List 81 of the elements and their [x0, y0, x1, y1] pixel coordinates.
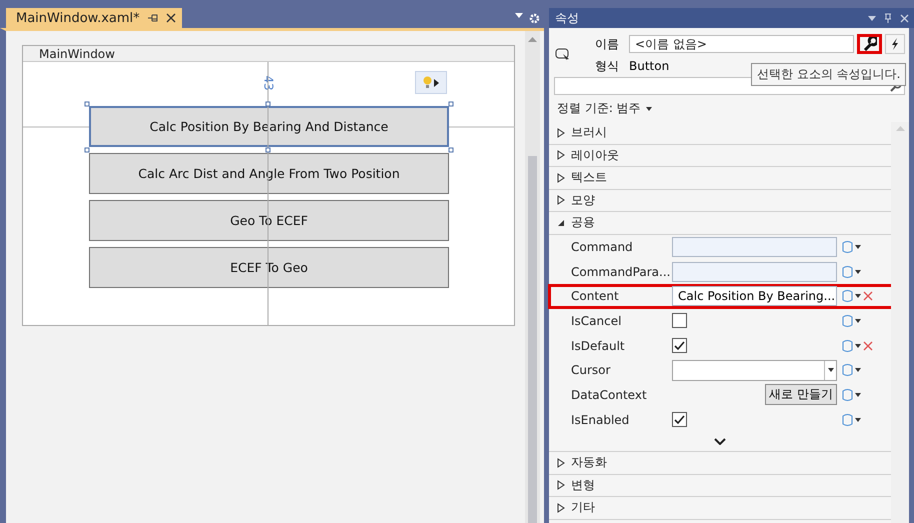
settings-icon[interactable] [529, 12, 540, 24]
design-button[interactable]: ECEF To Geo [89, 247, 449, 288]
close-icon[interactable] [166, 13, 176, 23]
checkmark-icon [674, 340, 685, 351]
events-button[interactable] [885, 34, 905, 54]
collapsed-arrow-icon[interactable] [557, 480, 565, 490]
lightbulb-button[interactable] [415, 71, 447, 94]
tab-title: MainWindow.xaml* [16, 10, 140, 26]
lightbulb-icon [423, 76, 432, 89]
category-header[interactable]: 기타 [549, 497, 891, 520]
property-name: Cursor [571, 363, 612, 378]
property-name: Command [571, 240, 634, 254]
collapsed-arrow-icon[interactable] [557, 502, 565, 513]
category-label: 변형 [571, 476, 595, 494]
caret-icon[interactable] [855, 368, 861, 372]
scrollbar[interactable] [891, 122, 909, 523]
selection-cursor-icon [555, 47, 571, 63]
category-label: 브러시 [571, 124, 607, 142]
pin-icon[interactable] [148, 14, 158, 22]
property-checkbox[interactable] [672, 412, 687, 428]
category-label: 모양 [571, 192, 595, 209]
design-button[interactable]: Calc Arc Dist and Angle From Two Position [89, 153, 449, 194]
new-button[interactable]: 새로 만들기 [765, 384, 837, 406]
caret-icon[interactable] [855, 344, 861, 348]
caret-icon[interactable] [855, 418, 861, 422]
checkmark-icon [674, 414, 685, 425]
dropdown-icon[interactable] [868, 16, 876, 20]
expand-more-icon[interactable] [714, 438, 726, 445]
panel-title: 속성 [555, 10, 579, 26]
window-title: MainWindow [23, 46, 514, 62]
category-label: 기타 [571, 499, 595, 516]
property-value-field[interactable] [672, 236, 837, 257]
category-label: 레이아웃 [571, 146, 619, 164]
expanded-arrow-icon[interactable] [557, 218, 565, 227]
category-header[interactable]: 레이아웃 [549, 144, 891, 167]
name-label: 이름 [595, 36, 620, 52]
caret-icon[interactable] [855, 244, 861, 249]
property-value-field[interactable] [672, 262, 837, 282]
property-name: CommandPara... [571, 264, 672, 279]
caret-icon[interactable] [828, 368, 834, 372]
wrench-icon [862, 37, 876, 51]
category-label: 텍스트 [571, 169, 607, 186]
lightning-icon [891, 38, 899, 50]
arrow-icon [434, 78, 439, 86]
scroll-thumb[interactable] [528, 156, 537, 523]
category-label: 자동화 [571, 454, 607, 472]
properties-button[interactable] [857, 34, 882, 54]
category-header[interactable]: 자동화 [549, 452, 891, 474]
property-checkbox[interactable] [672, 313, 687, 328]
dropdown-icon[interactable] [515, 12, 523, 18]
category-header[interactable]: 모양 [549, 190, 891, 212]
document-tab[interactable]: MainWindow.xaml* [6, 8, 182, 28]
design-button[interactable]: Calc Position By Bearing And Distance [89, 106, 449, 147]
type-label: 형식 [595, 58, 620, 74]
collapsed-arrow-icon[interactable] [557, 195, 565, 206]
name-field[interactable]: <이름 없음> [629, 35, 854, 53]
property-name: IsCancel [571, 314, 622, 328]
caret-icon[interactable] [855, 318, 861, 323]
collapsed-arrow-icon[interactable] [557, 128, 565, 138]
category-label: 공용 [571, 214, 595, 232]
caret-icon[interactable] [855, 270, 861, 274]
collapsed-arrow-icon[interactable] [557, 458, 565, 468]
property-name: IsDefault [571, 338, 626, 353]
tooltip: 선택한 요소의 속성입니다. [751, 63, 906, 86]
property-checkbox[interactable] [672, 338, 687, 354]
category-header[interactable]: 텍스트 [549, 167, 891, 190]
category-header[interactable]: 브러시 [549, 122, 891, 144]
collapsed-arrow-icon[interactable] [557, 172, 565, 183]
property-value-field[interactable]: Calc Position By Bearing... [672, 286, 837, 306]
sort-label[interactable]: 정렬 기준: 범주 [557, 100, 641, 117]
type-value: Button [629, 59, 670, 73]
caret-icon[interactable] [646, 106, 652, 110]
scrollbar[interactable] [525, 31, 540, 523]
caret-icon[interactable] [855, 294, 861, 298]
category-header[interactable]: 공용 [549, 212, 891, 234]
collapsed-arrow-icon[interactable] [557, 150, 565, 160]
category-header[interactable]: 변형 [549, 474, 891, 497]
property-name: DataContext [571, 388, 648, 402]
property-name: Content [571, 289, 620, 304]
property-name: IsEnabled [571, 412, 630, 427]
caret-icon[interactable] [855, 392, 861, 397]
